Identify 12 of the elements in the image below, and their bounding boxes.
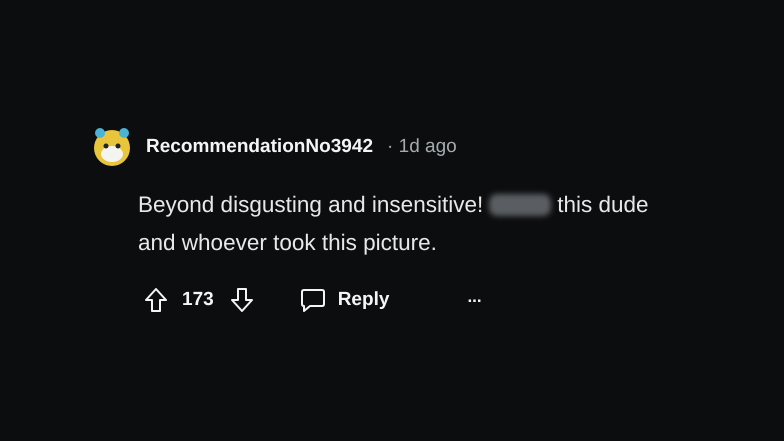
downvote-icon[interactable] bbox=[230, 287, 254, 313]
speech-bubble-icon bbox=[300, 288, 326, 312]
vote-count: 173 bbox=[182, 289, 214, 311]
upvote-icon[interactable] bbox=[144, 287, 168, 313]
username[interactable]: RecommendationNo3942 bbox=[146, 136, 374, 158]
comment-text: this dude bbox=[557, 191, 649, 219]
timestamp: · 1d ago bbox=[387, 136, 457, 158]
avatar-icon[interactable] bbox=[92, 126, 132, 168]
comment-text: and whoever took this picture. bbox=[138, 229, 437, 257]
comment-text: Beyond disgusting and insensitive! bbox=[138, 191, 484, 219]
more-button[interactable]: ... bbox=[463, 287, 486, 313]
reply-button[interactable]: Reply bbox=[296, 284, 394, 316]
